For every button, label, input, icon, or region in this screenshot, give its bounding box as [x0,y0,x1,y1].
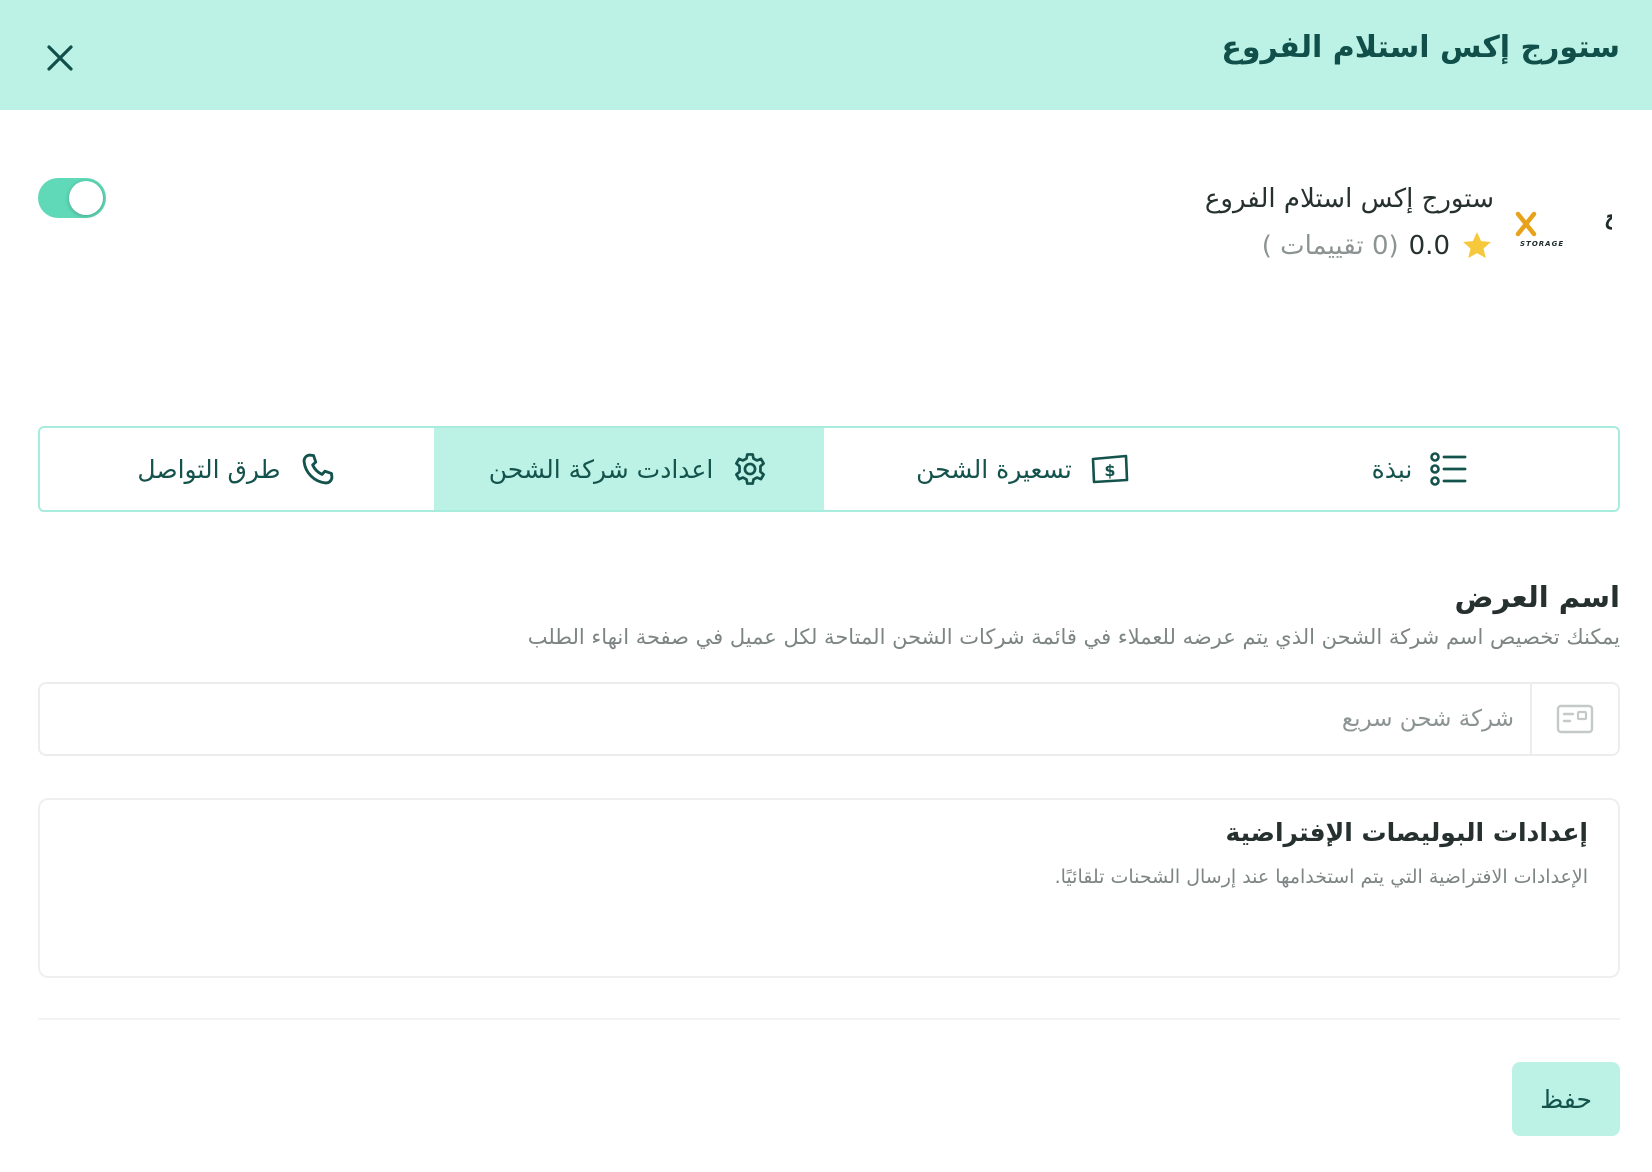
tab-contact-methods-label: طرق التواصل [137,454,281,484]
provider-name: ستورج إكس استلام الفروع [1204,184,1494,214]
rating-row: 0.0 (0 تقييمات ) [1262,228,1494,264]
toggle-knob [69,181,103,215]
id-card-icon [1556,704,1594,734]
tab-shipping-pricing[interactable]: $ تسعيرة الشحن [824,428,1222,510]
tab-bar: نبذة $ تسعيرة الشحن اعدادت شركة الشحن طر… [38,426,1620,512]
display-name-field [38,682,1620,756]
save-button[interactable]: حفظ [1512,1062,1620,1136]
policy-title: إعدادات البوليصات الإفتراضية [1225,818,1588,847]
modal-header: ستورج إكس استلام الفروع [0,0,1652,110]
svg-text:STORAGE: STORAGE [1520,240,1564,248]
footer-divider [38,1018,1620,1020]
input-icon-box [1530,684,1618,754]
svg-text:$: $ [1104,461,1115,480]
close-icon [47,45,73,71]
tab-shipping-pricing-label: تسعيرة الشحن [916,454,1072,484]
display-name-description: يمكنك تخصيص اسم شركة الشحن الذي يتم عرضه… [527,625,1620,649]
provider-logo: ستورج STORAGE [1512,196,1652,252]
tab-carrier-settings-label: اعدادت شركة الشحن [488,454,714,484]
svg-text:ستورج: ستورج [1604,205,1612,230]
tab-carrier-settings[interactable]: اعدادت شركة الشحن [434,428,824,510]
display-name-title: اسم العرض [1454,580,1620,614]
tab-contact-methods[interactable]: طرق التواصل [40,428,434,510]
display-name-input[interactable] [40,684,1530,754]
policy-description: الإعدادات الافتراضية التي يتم استخدامها … [1054,866,1588,888]
close-button[interactable] [36,34,84,82]
tab-about[interactable]: نبذة [1222,428,1618,510]
phone-icon [302,453,333,485]
money-icon: $ [1091,454,1129,484]
rating-count: (0 تقييمات ) [1261,231,1399,261]
modal-title: ستورج إكس استلام الفروع [1221,30,1620,65]
star-icon [1463,232,1491,259]
default-policy-card: إعدادات البوليصات الإفتراضية الإعدادات ا… [38,798,1620,978]
enable-toggle[interactable] [38,178,106,218]
gear-icon [735,453,766,485]
tab-about-label: نبذة [1371,454,1413,484]
rating-value: 0.0 [1408,231,1450,261]
list-icon [1430,452,1467,486]
